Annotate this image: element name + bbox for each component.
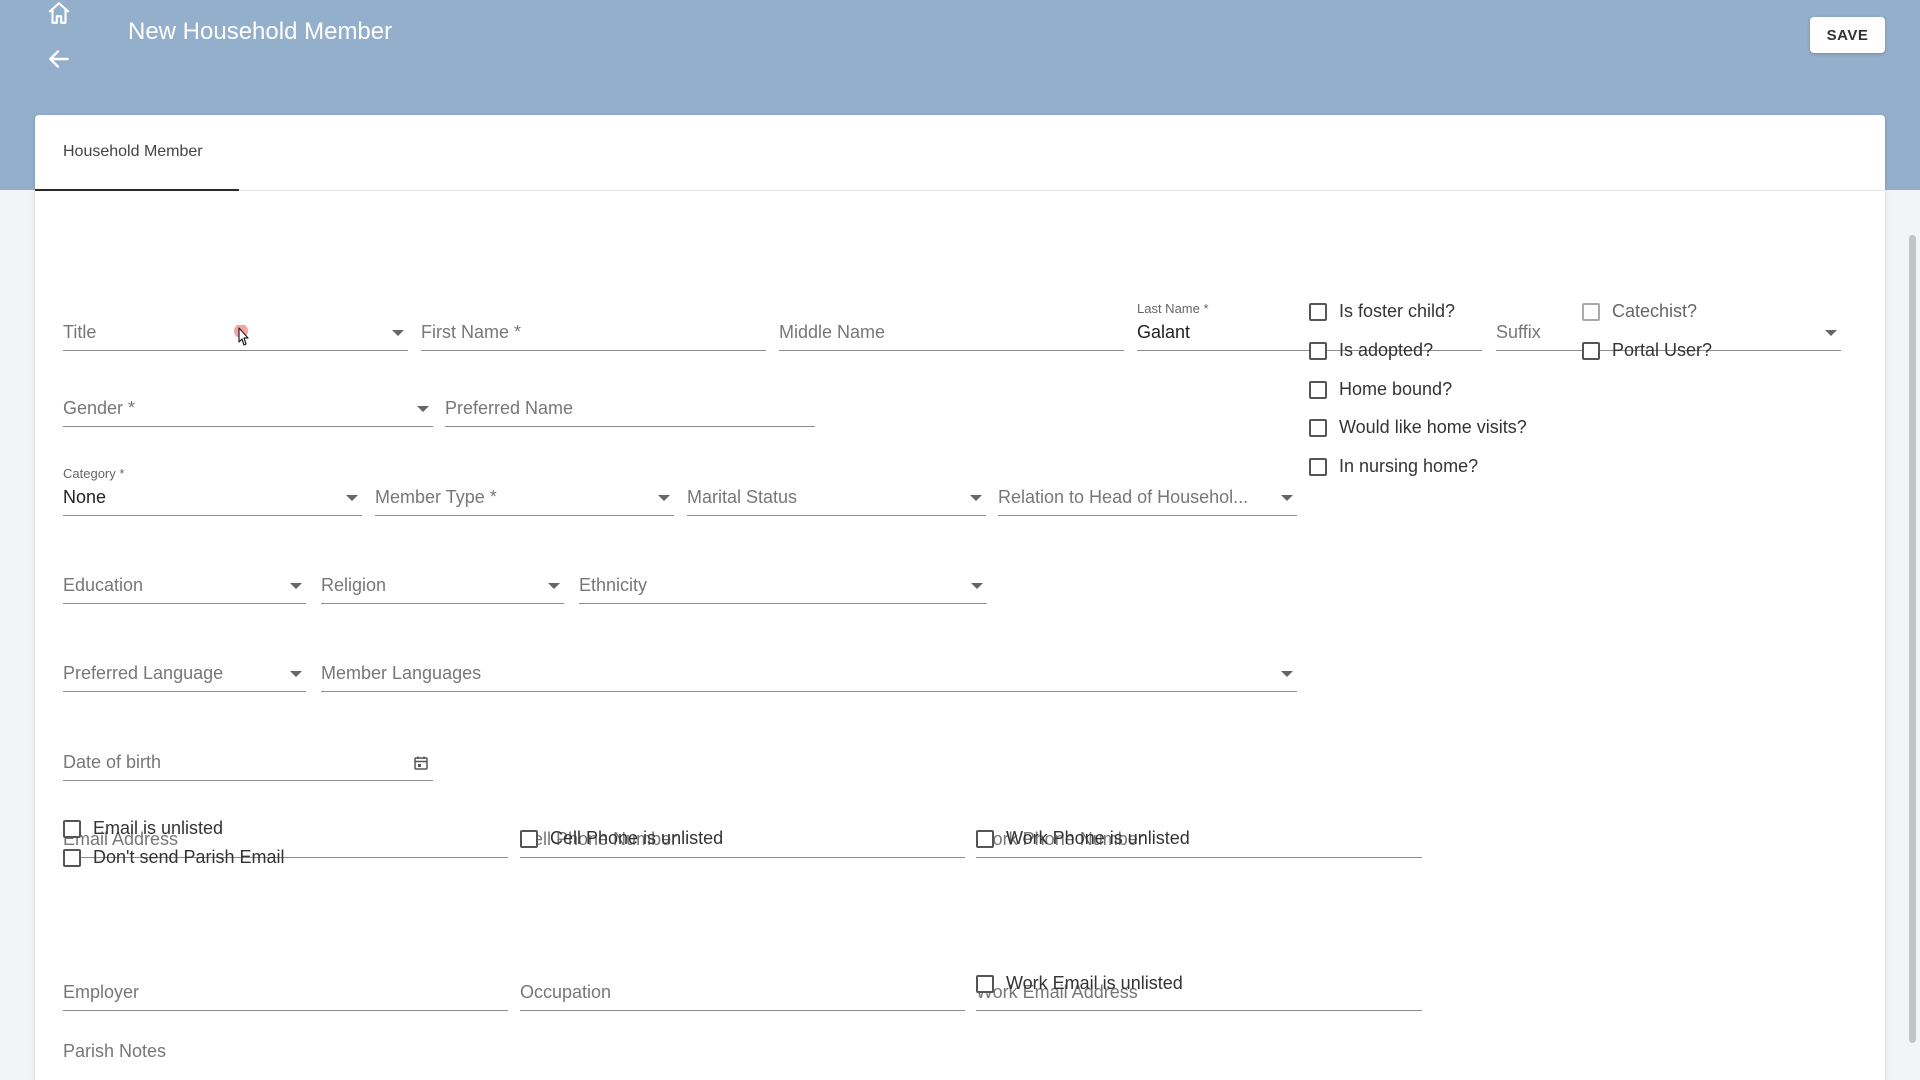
no-parish-email-checkbox[interactable]: Don't send Parish Email [63,847,285,868]
vertical-scrollbar[interactable] [1909,235,1916,1043]
title-placeholder: Title [63,322,97,342]
checkbox-box[interactable] [1309,418,1327,437]
home-bound-checkbox[interactable]: Home bound? [1309,379,1452,400]
chevron-down-icon [346,495,358,501]
religion-placeholder: Religion [321,575,387,595]
chevron-down-icon [290,583,302,589]
nursing-home-label: In nursing home? [1339,456,1479,476]
home-icon[interactable] [46,0,72,26]
checkbox-box[interactable] [63,819,81,838]
suffix-placeholder: Suffix [1496,322,1541,342]
save-button[interactable]: SAVE [1810,17,1885,53]
home-visits-checkbox[interactable]: Would like home visits? [1309,417,1527,438]
category-select[interactable]: Category * None [63,466,362,516]
no-parish-email-label: Don't send Parish Email [93,847,285,867]
category-value: None [63,487,107,507]
occupation-input[interactable]: Occupation [520,975,965,1011]
checkbox-box[interactable] [976,829,994,848]
preferred-language-select[interactable]: Preferred Language [63,656,306,692]
cell-unlisted-label: Cell Phone is unlisted [550,828,724,848]
date-of-birth-placeholder: Date of birth [63,752,162,772]
education-placeholder: Education [63,575,144,595]
gender-select[interactable]: Gender * [63,391,433,427]
category-label: Category * [63,466,125,481]
chevron-down-icon [548,583,560,589]
preferred-name-input[interactable]: Preferred Name [445,391,815,427]
catechist-checkbox[interactable]: Catechist? [1582,301,1697,322]
checkbox-box[interactable] [1309,457,1327,476]
education-select[interactable]: Education [63,568,306,604]
employer-placeholder: Employer [63,982,140,1002]
chevron-down-icon [970,495,982,501]
checkbox-box[interactable] [1309,380,1327,399]
catechist-label: Catechist? [1612,301,1698,321]
checkbox-box[interactable] [520,829,538,848]
checkbox-box[interactable] [976,974,994,993]
foster-child-checkbox[interactable]: Is foster child? [1309,301,1455,322]
foster-child-label: Is foster child? [1339,301,1456,321]
relation-select[interactable]: Relation to Head of Househol... [998,480,1297,516]
home-visits-label: Would like home visits? [1339,417,1527,437]
religion-select[interactable]: Religion [321,568,564,604]
middle-name-input[interactable]: Middle Name [779,315,1124,351]
ethnicity-placeholder: Ethnicity [579,575,648,595]
page-title: New Household Member [128,18,393,45]
portal-user-checkbox[interactable]: Portal User? [1582,340,1712,361]
member-languages-select[interactable]: Member Languages [321,656,1297,692]
work-email-unlisted-checkbox[interactable]: Work Email is unlisted [976,973,1183,994]
email-unlisted-label: Email is unlisted [93,818,224,838]
marital-status-select[interactable]: Marital Status [687,480,986,516]
checkbox-box[interactable] [1309,302,1327,321]
occupation-placeholder: Occupation [520,982,612,1002]
work-phone-unlisted-label: Work Phone is unlisted [1006,828,1190,848]
back-arrow-icon[interactable] [46,46,72,72]
work-email-unlisted-label: Work Email is unlisted [1006,973,1183,993]
chevron-down-icon [971,583,983,589]
employer-input[interactable]: Employer [63,975,508,1011]
relation-placeholder: Relation to Head of Househol... [998,487,1249,507]
tab-bar: Household Member [35,115,1885,191]
preferred-language-placeholder: Preferred Language [63,663,224,683]
chevron-down-icon [1281,671,1293,677]
mouse-pointer-icon [234,325,249,346]
work-phone-unlisted-checkbox[interactable]: Work Phone is unlisted [976,828,1190,849]
gender-placeholder: Gender * [63,398,136,418]
ethnicity-select[interactable]: Ethnicity [579,568,987,604]
email-unlisted-checkbox[interactable]: Email is unlisted [63,818,223,839]
adopted-label: Is adopted? [1339,340,1434,360]
last-name-label: Last Name * [1137,301,1209,316]
member-type-placeholder: Member Type * [375,487,497,507]
calendar-icon[interactable] [413,755,429,771]
marital-status-placeholder: Marital Status [687,487,798,507]
chevron-down-icon [417,406,429,412]
first-name-input[interactable]: First Name * [421,315,766,351]
cell-unlisted-checkbox[interactable]: Cell Phone is unlisted [520,828,723,849]
date-of-birth-input[interactable]: Date of birth [63,745,433,781]
last-name-value: Galant [1137,322,1191,342]
checkbox-box[interactable] [1582,341,1600,360]
home-bound-label: Home bound? [1339,379,1453,399]
chevron-down-icon [1825,330,1837,336]
preferred-name-placeholder: Preferred Name [445,398,574,418]
chevron-down-icon [1281,495,1293,501]
chevron-down-icon [392,330,404,336]
nursing-home-checkbox[interactable]: In nursing home? [1309,456,1478,477]
form-card: Household Member Title First Name * Midd… [35,115,1916,1080]
member-languages-placeholder: Member Languages [321,663,482,683]
member-type-select[interactable]: Member Type * [375,480,674,516]
chevron-down-icon [658,495,670,501]
parish-notes-label: Parish Notes [63,1041,167,1061]
checkbox-box[interactable] [1582,302,1600,321]
first-name-placeholder: First Name * [421,322,522,342]
checkbox-box[interactable] [1309,341,1327,360]
chevron-down-icon [290,671,302,677]
adopted-checkbox[interactable]: Is adopted? [1309,340,1433,361]
portal-user-label: Portal User? [1612,340,1713,360]
middle-name-placeholder: Middle Name [779,322,886,342]
tab-household-member[interactable]: Household Member [35,115,239,191]
checkbox-box[interactable] [63,848,81,867]
